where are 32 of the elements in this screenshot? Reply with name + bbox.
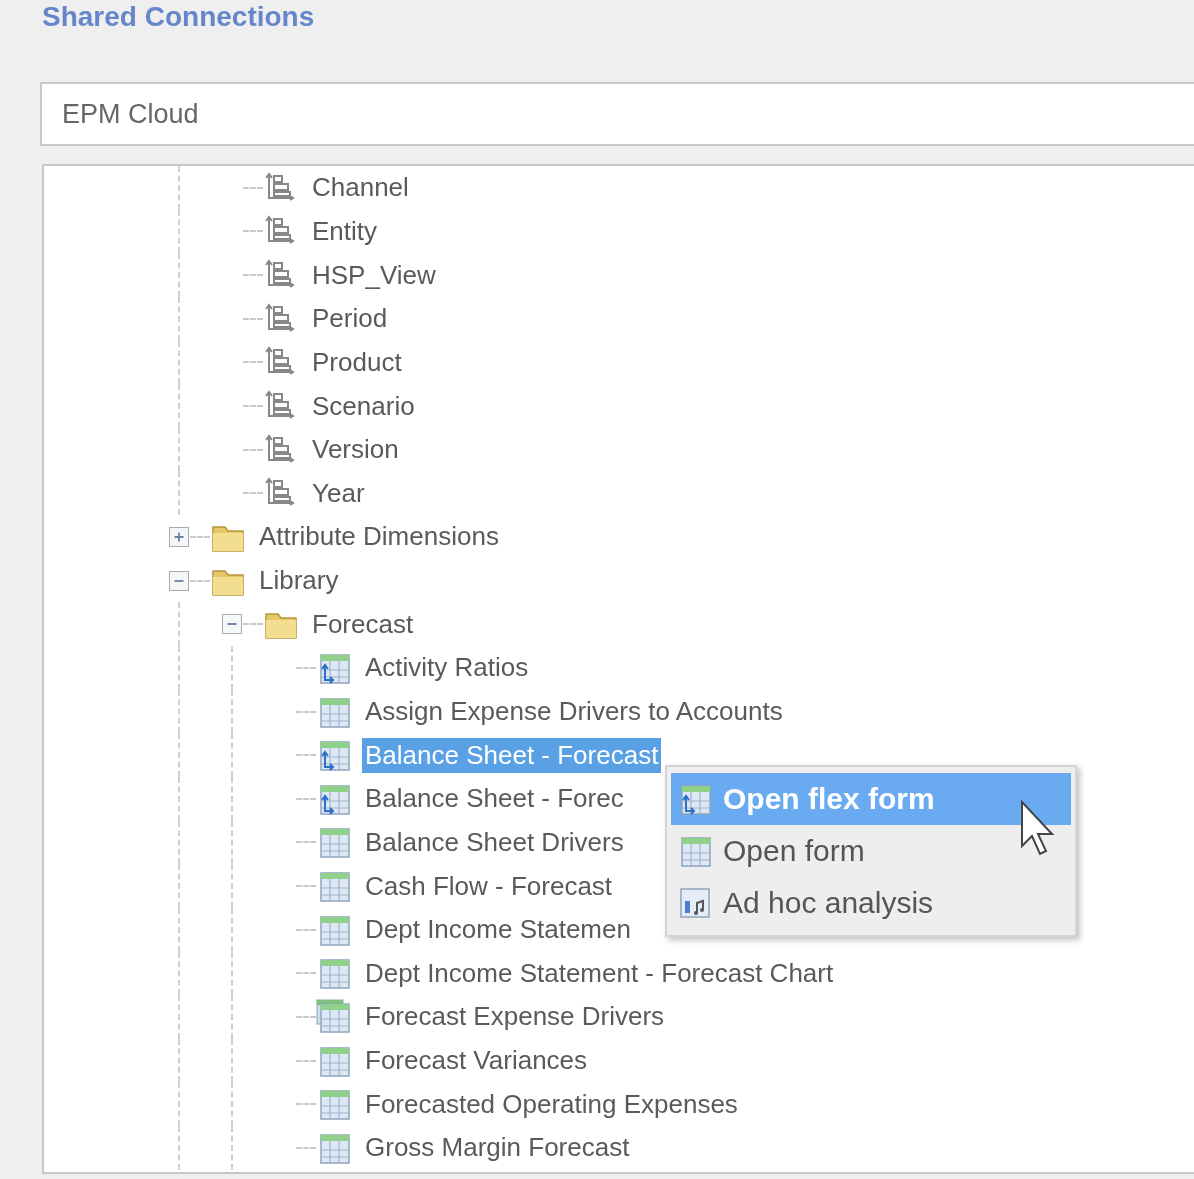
collapse-icon[interactable] [222, 614, 242, 635]
tree-item[interactable]: Cash Flow - Forecast [362, 868, 616, 904]
tree-item[interactable]: Version [309, 432, 402, 468]
tree-item[interactable]: HSP_View [309, 257, 439, 293]
tree-item[interactable]: Library [256, 563, 342, 599]
tree-item[interactable]: Year [309, 475, 368, 511]
tree-item[interactable]: Forecast [309, 606, 417, 642]
tree-item[interactable]: Activity Ratios [362, 650, 532, 686]
adhoc-icon [677, 885, 713, 921]
cursor-icon [1020, 800, 1056, 856]
connection-field[interactable]: EPM Cloud [40, 82, 1194, 146]
tree-item[interactable]: Gross Margin Forecast [362, 1130, 633, 1166]
tree-item[interactable]: Assign Expense Drivers to Accounts [362, 694, 786, 729]
tree-item[interactable]: Forecast Expense Drivers [362, 999, 668, 1035]
tree-item[interactable]: Attribute Dimensions [256, 519, 502, 555]
tree-item[interactable]: Forecast Variances [362, 1043, 591, 1079]
tree-item[interactable]: Scenario [309, 388, 418, 424]
tree-item[interactable]: Entity [309, 213, 381, 249]
tree-item[interactable]: Forecasted Operating Expenses [362, 1086, 741, 1122]
stacked-grid-icon [316, 999, 352, 1035]
expand-icon[interactable] [169, 526, 189, 547]
menu-item[interactable]: Open form [671, 825, 1071, 877]
tree-item[interactable]: Product [309, 344, 405, 380]
menu-item[interactable]: Ad hoc analysis [671, 877, 1071, 929]
collapse-icon[interactable] [169, 570, 189, 591]
tree-item[interactable]: Balance Sheet Drivers [362, 824, 627, 860]
tree-item[interactable]: Period [309, 301, 391, 337]
tree-item[interactable]: Channel [309, 170, 412, 206]
tree-item[interactable]: Dept Income Statemen [362, 912, 634, 948]
section-title: Shared Connections [42, 0, 315, 34]
tree-item[interactable]: Balance Sheet - Forec [362, 781, 627, 817]
tree-item[interactable]: Dept Income Statement - Forecast Chart [362, 955, 837, 991]
